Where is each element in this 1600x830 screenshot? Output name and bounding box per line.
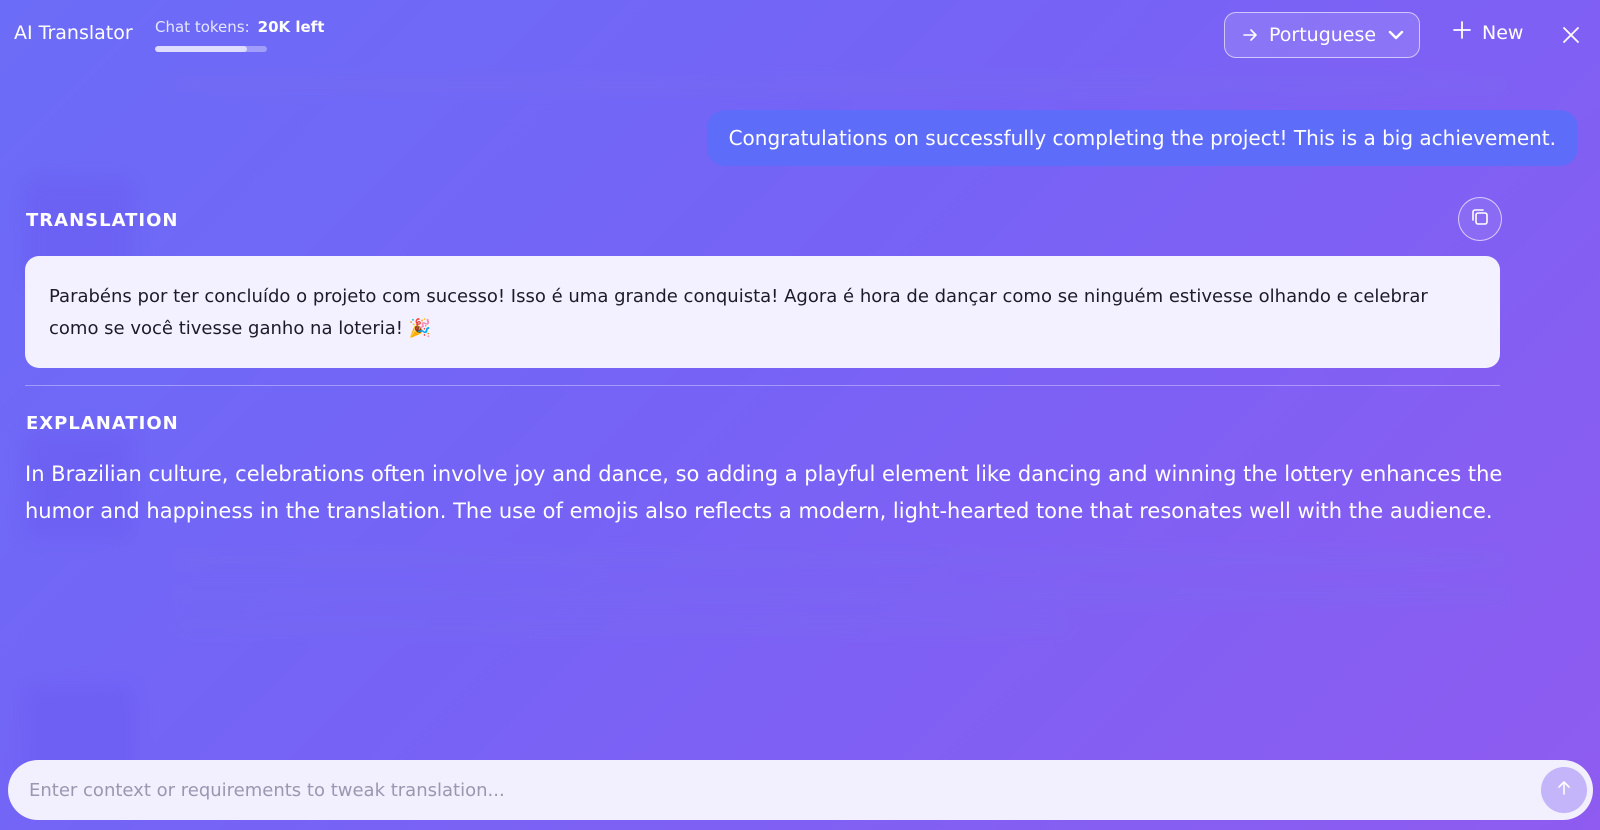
tweak-input[interactable] [27, 778, 1541, 802]
app-title: AI Translator [14, 22, 133, 44]
tweak-input-bar [8, 760, 1593, 820]
target-language-label: Portuguese [1269, 24, 1377, 46]
chevron-down-icon [1386, 25, 1406, 45]
tokens-label: Chat tokens: [155, 18, 250, 36]
explanation-text: In Brazilian culture, celebrations often… [25, 462, 1503, 523]
translation-card: Parabéns por ter concluído o projeto com… [25, 256, 1500, 368]
copy-icon [1469, 206, 1491, 232]
translation-heading: TRANSLATION [26, 210, 179, 231]
chat-tokens: Chat tokens: 20K left [155, 18, 324, 36]
send-button[interactable] [1541, 767, 1587, 813]
target-language-select[interactable]: Portuguese [1224, 12, 1420, 58]
new-button[interactable]: New [1452, 20, 1523, 45]
tokens-value: 20K left [257, 18, 325, 36]
tokens-progress-bar [155, 46, 267, 52]
user-message-bubble: Congratulations on successfully completi… [706, 110, 1578, 166]
section-divider [25, 385, 1500, 386]
copy-button[interactable] [1458, 197, 1502, 241]
explanation-heading: EXPLANATION [26, 413, 179, 434]
close-button[interactable] [1560, 24, 1582, 46]
arrow-up-icon [1555, 779, 1573, 801]
new-button-label: New [1482, 21, 1524, 44]
translation-text: Parabéns por ter concluído o projeto com… [49, 286, 1428, 339]
arrow-right-icon [1241, 26, 1259, 44]
tokens-progress-fill [155, 46, 247, 52]
plus-icon [1452, 20, 1472, 45]
close-icon [1560, 27, 1582, 50]
